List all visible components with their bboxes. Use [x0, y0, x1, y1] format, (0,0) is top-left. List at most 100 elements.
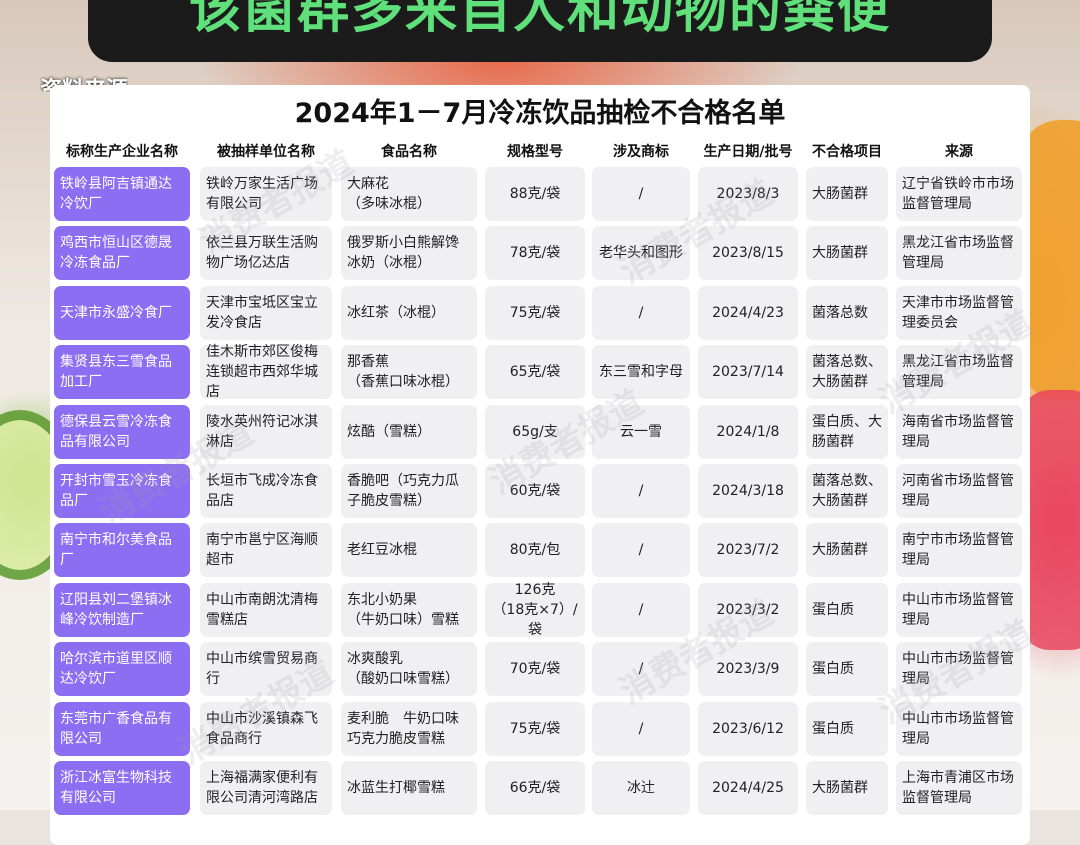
cell-source: 南宁市市场监督管理局	[896, 523, 1022, 578]
cell-source: 中山市市场监督管理局	[896, 701, 1022, 756]
table-row: 天津市永盛冷食厂 天津市宝坻区宝立发冷食店 冰红茶（冰棍） 75克/袋/2024/4/…	[50, 285, 1030, 340]
cell-manufacturer: 浙江冰富生物科技有限公司	[54, 761, 190, 815]
cell-production-date: 2023/7/2	[698, 523, 798, 578]
cell-trademark: 冰辻	[592, 761, 690, 815]
cell-spec: 75克/袋	[485, 285, 585, 340]
table-row: 哈尔滨市道里区顺达冷饮厂 中山市缤雪贸易商行 冰爽酸乳 （酸奶口味雪糕） 70克/袋 /…	[50, 642, 1030, 697]
cell-sampled-unit: 中山市缤雪贸易商行	[200, 642, 332, 697]
cell-trademark: /	[592, 701, 690, 756]
cell-source: 海南省市场监督管理局	[896, 404, 1022, 459]
cell-manufacturer: 铁岭县阿吉镇通达冷饮厂	[54, 167, 190, 221]
cell-production-date: 2023/3/2	[698, 582, 798, 637]
cell-food-name: 冰爽酸乳 （酸奶口味雪糕）	[341, 642, 477, 697]
cell-source: 黑龙江省市场监督管理局	[896, 345, 1022, 400]
cell-sampled-unit: 中山市南朗沈清梅雪糕店	[200, 582, 332, 637]
cell-food-name: 冰蓝生打椰雪糕	[341, 761, 477, 815]
cell-food-name: 香脆吧（巧克力瓜子脆皮雪糕）	[341, 464, 477, 518]
cell-manufacturer: 东莞市广香食品有限公司	[54, 701, 190, 756]
cell-spec: 78克/袋	[485, 226, 585, 281]
cell-spec: 75克/袋	[485, 701, 585, 756]
cell-manufacturer: 集贤县东三雪食品加工厂	[54, 345, 190, 400]
cell-production-date: 2023/6/12	[698, 701, 798, 756]
table-row: 辽阳县刘二堡镇冰峰冷饮制造厂 中山市南朗沈清梅雪糕店 东北小奶果 （牛奶口味）雪糕 1…	[50, 582, 1030, 638]
column-header-sampled-unit: 被抽样单位名称	[217, 144, 315, 160]
cell-sampled-unit: 依兰县万联生活购物广场亿达店	[200, 226, 332, 281]
cell-food-name: 老红豆冰棍	[341, 523, 477, 578]
cell-food-name: 麦利脆 牛奶口味巧克力脆皮雪糕	[341, 701, 477, 756]
cell-failed-item: 大肠菌群	[806, 167, 888, 221]
cell-production-date: 2024/4/25	[698, 761, 798, 815]
cell-failed-item: 大肠菌群	[806, 761, 888, 815]
cell-source: 黑龙江省市场监督管理局	[896, 226, 1022, 281]
cell-trademark: /	[592, 642, 690, 697]
cell-food-name: 大麻花 （多味冰棍）	[341, 167, 477, 221]
cell-spec: 80克/包	[485, 523, 585, 578]
cell-trademark: /	[592, 582, 690, 637]
headline-text: 该菌群多来自人和动物的粪便	[188, 0, 891, 40]
cell-sampled-unit: 陵水英州符记冰淇淋店	[200, 404, 332, 459]
table-card: 2024年1－7月冷冻饮品抽检不合格名单 标称生产企业名称 被抽样单位名称 食品名称…	[50, 85, 1040, 845]
cell-production-date: 2024/3/18	[698, 464, 798, 518]
cell-trademark: 云一雪	[592, 404, 690, 459]
cell-source: 河南省市场监督管理局	[896, 464, 1022, 518]
cell-failed-item: 菌落总数	[806, 285, 888, 340]
cell-failed-item: 蛋白质	[806, 701, 888, 756]
table-header-row: 标称生产企业名称 被抽样单位名称 食品名称 规格型号 涉及商标 生产日期/批号 不合格项目来…	[50, 141, 1030, 165]
cell-source: 辽宁省铁岭市市场监督管理局	[896, 167, 1022, 221]
cell-production-date: 2024/1/8	[698, 404, 798, 459]
cell-sampled-unit: 天津市宝坻区宝立发冷食店	[200, 285, 332, 340]
cell-manufacturer: 哈尔滨市道里区顺达冷饮厂	[54, 642, 190, 697]
cell-spec: 126克 （18克×7）/袋	[485, 582, 585, 638]
cell-failed-item: 菌落总数、大肠菌群	[806, 464, 888, 518]
cell-food-name: 俄罗斯小白熊解馋冰奶（冰棍）	[341, 226, 477, 281]
table-row: 德保县云雪冷冻食品有限公司 陵水英州符记冰淇淋店 炫酷（雪糕） 65g/支 云一雪 202…	[50, 404, 1030, 459]
cell-failed-item: 蛋白质	[806, 642, 888, 697]
cell-manufacturer: 开封市雪玉冷冻食品厂	[54, 464, 190, 518]
cell-food-name: 冰红茶（冰棍）	[341, 285, 477, 340]
cell-failed-item: 大肠菌群	[806, 523, 888, 578]
cell-production-date: 2023/7/14	[698, 345, 798, 400]
cell-trademark: 东三雪和字母	[592, 345, 690, 400]
cell-sampled-unit: 长垣市飞成冷冻食品店	[200, 464, 332, 518]
table-row: 开封市雪玉冷冻食品厂 长垣市飞成冷冻食品店 香脆吧（巧克力瓜子脆皮雪糕） 60克/袋 /…	[50, 464, 1030, 518]
table-row: 铁岭县阿吉镇通达冷饮厂 铁岭万家生活广场有限公司 大麻花 （多味冰棍） 88克/袋/2…	[50, 167, 1030, 221]
cell-trademark: /	[592, 523, 690, 578]
cell-source: 天津市市场监督管理委员会	[896, 285, 1022, 340]
column-header-source: 来源	[945, 144, 973, 160]
cell-manufacturer: 德保县云雪冷冻食品有限公司	[54, 404, 190, 459]
cell-spec: 65克/袋	[485, 345, 585, 400]
column-header-manufacturer: 标称生产企业名称	[66, 144, 178, 160]
cell-sampled-unit: 佳木斯市郊区俊梅连锁超市西郊华城店	[200, 344, 332, 400]
cell-spec: 88克/袋	[485, 167, 585, 221]
cell-manufacturer: 鸡西市恒山区德晟冷冻食品厂	[54, 226, 190, 281]
cell-sampled-unit: 铁岭万家生活广场有限公司	[200, 167, 332, 221]
table-row: 集贤县东三雪食品加工厂 佳木斯市郊区俊梅连锁超市西郊华城店 那香蕉 （香蕉口味冰棍）…	[50, 344, 1030, 400]
cell-failed-item: 蛋白质	[806, 582, 888, 637]
table-title: 2024年1－7月冷冻饮品抽检不合格名单	[294, 98, 786, 129]
cell-manufacturer: 南宁市和尔美食品厂	[54, 523, 190, 578]
cell-food-name: 炫酷（雪糕）	[341, 404, 477, 459]
cell-production-date: 2023/3/9	[698, 642, 798, 697]
cell-manufacturer: 天津市永盛冷食厂	[54, 285, 190, 340]
column-header-food-name: 食品名称	[381, 144, 437, 160]
cell-trademark: /	[592, 167, 690, 221]
cell-production-date: 2023/8/3	[698, 167, 798, 221]
cell-food-name: 那香蕉 （香蕉口味冰棍）	[341, 345, 477, 400]
cell-spec: 66克/袋	[485, 761, 585, 815]
cell-sampled-unit: 中山市沙溪镇森飞食品商行	[200, 701, 332, 756]
table-row: 鸡西市恒山区德晟冷冻食品厂 依兰县万联生活购物广场亿达店 俄罗斯小白熊解馋冰奶（冰棍…	[50, 226, 1030, 281]
cell-spec: 70克/袋	[485, 642, 585, 697]
cell-trademark: /	[592, 464, 690, 518]
cell-source: 中山市市场监督管理局	[896, 582, 1022, 637]
cell-sampled-unit: 上海福满家便利有限公司清河湾路店	[200, 761, 332, 815]
cell-spec: 65g/支	[485, 404, 585, 459]
cell-failed-item: 蛋白质、大肠菌群	[806, 404, 888, 459]
cell-food-name: 东北小奶果 （牛奶口味）雪糕	[341, 582, 477, 637]
cell-sampled-unit: 南宁市邕宁区海顺超市	[200, 523, 332, 578]
cell-failed-item: 菌落总数、大肠菌群	[806, 345, 888, 400]
cell-production-date: 2024/4/23	[698, 285, 798, 340]
cell-spec: 60克/袋	[485, 464, 585, 518]
table-row: 浙江冰富生物科技有限公司 上海福满家便利有限公司清河湾路店 冰蓝生打椰雪糕 66克/袋…	[50, 761, 1030, 815]
cell-trademark: 老华头和图形	[592, 226, 690, 281]
cell-manufacturer: 辽阳县刘二堡镇冰峰冷饮制造厂	[54, 582, 190, 637]
